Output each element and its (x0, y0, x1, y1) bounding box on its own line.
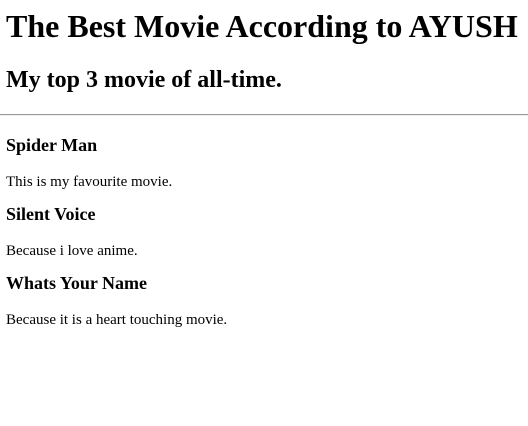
list-item: Silent Voice Because i love anime. (6, 203, 522, 260)
movie-description: Because i love anime. (6, 243, 138, 259)
movie-list: Spider Man This is my favourite movie. S… (6, 134, 522, 329)
movie-title: Whats Your Name (6, 273, 148, 293)
movie-description: This is my favourite movie. (6, 174, 173, 190)
movie-title: Spider Man (6, 135, 98, 155)
list-item: Whats Your Name Because it is a heart to… (6, 272, 522, 329)
movie-description: Because it is a heart touching movie. (6, 312, 228, 328)
list-item: Spider Man This is my favourite movie. (6, 134, 522, 191)
movie-title: Silent Voice (6, 204, 96, 224)
page-subtitle: My top 3 movie of all-time. (6, 67, 282, 93)
divider (0, 114, 528, 116)
page-title: The Best Movie According to AYUSH (6, 8, 518, 44)
